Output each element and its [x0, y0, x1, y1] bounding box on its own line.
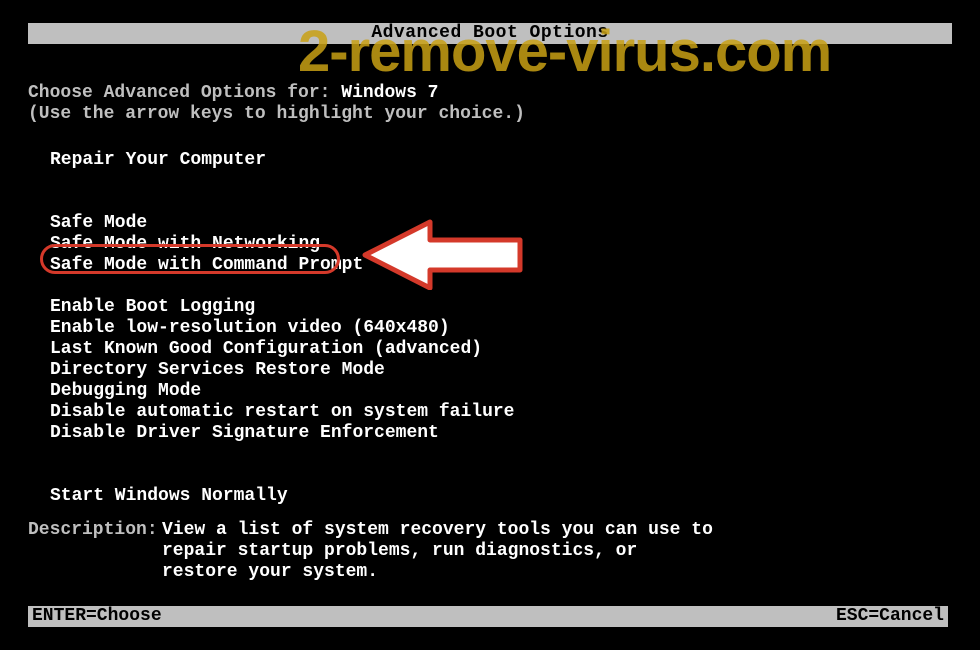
- page-title: Advanced Boot Options: [371, 23, 608, 43]
- menu-gap: [50, 444, 514, 465]
- menu-item-repair[interactable]: Repair Your Computer: [50, 150, 514, 171]
- prompt-line: Choose Advanced Options for: Windows 7: [28, 83, 438, 103]
- menu-item-safe-mode[interactable]: Safe Mode: [50, 213, 514, 234]
- os-name: Windows 7: [341, 83, 438, 103]
- menu-item-low-res[interactable]: Enable low-resolution video (640x480): [50, 318, 514, 339]
- footer-enter-hint: ENTER=Choose: [32, 606, 162, 627]
- menu-item-disable-auto-restart[interactable]: Disable automatic restart on system fail…: [50, 402, 514, 423]
- menu-gap: [50, 465, 514, 486]
- menu-item-safe-mode-networking[interactable]: Safe Mode with Networking: [50, 234, 514, 255]
- footer-esc-hint: ESC=Cancel: [836, 606, 944, 627]
- menu-item-safe-mode-cmd[interactable]: Safe Mode with Command Prompt: [50, 255, 514, 276]
- menu-item-debugging[interactable]: Debugging Mode: [50, 381, 514, 402]
- hint-line: (Use the arrow keys to highlight your ch…: [28, 104, 525, 124]
- menu-item-start-normally[interactable]: Start Windows Normally: [50, 486, 514, 507]
- menu-item-disable-driver-sig[interactable]: Disable Driver Signature Enforcement: [50, 423, 514, 444]
- description-text: View a list of system recovery tools you…: [162, 520, 722, 583]
- menu-gap: [50, 192, 514, 213]
- menu-gap: [50, 171, 514, 192]
- menu-item-directory-services[interactable]: Directory Services Restore Mode: [50, 360, 514, 381]
- description-label: Description:: [28, 520, 162, 583]
- menu-gap: [50, 276, 514, 297]
- menu-item-last-known-good[interactable]: Last Known Good Configuration (advanced): [50, 339, 514, 360]
- menu-item-boot-logging[interactable]: Enable Boot Logging: [50, 297, 514, 318]
- title-bar: Advanced Boot Options: [28, 23, 952, 44]
- description-block: Description: View a list of system recov…: [28, 520, 722, 583]
- footer-bar: ENTER=Choose ESC=Cancel: [28, 606, 948, 627]
- prompt-prefix: Choose Advanced Options for:: [28, 83, 341, 103]
- boot-menu: Repair Your Computer Safe Mode Safe Mode…: [50, 150, 514, 507]
